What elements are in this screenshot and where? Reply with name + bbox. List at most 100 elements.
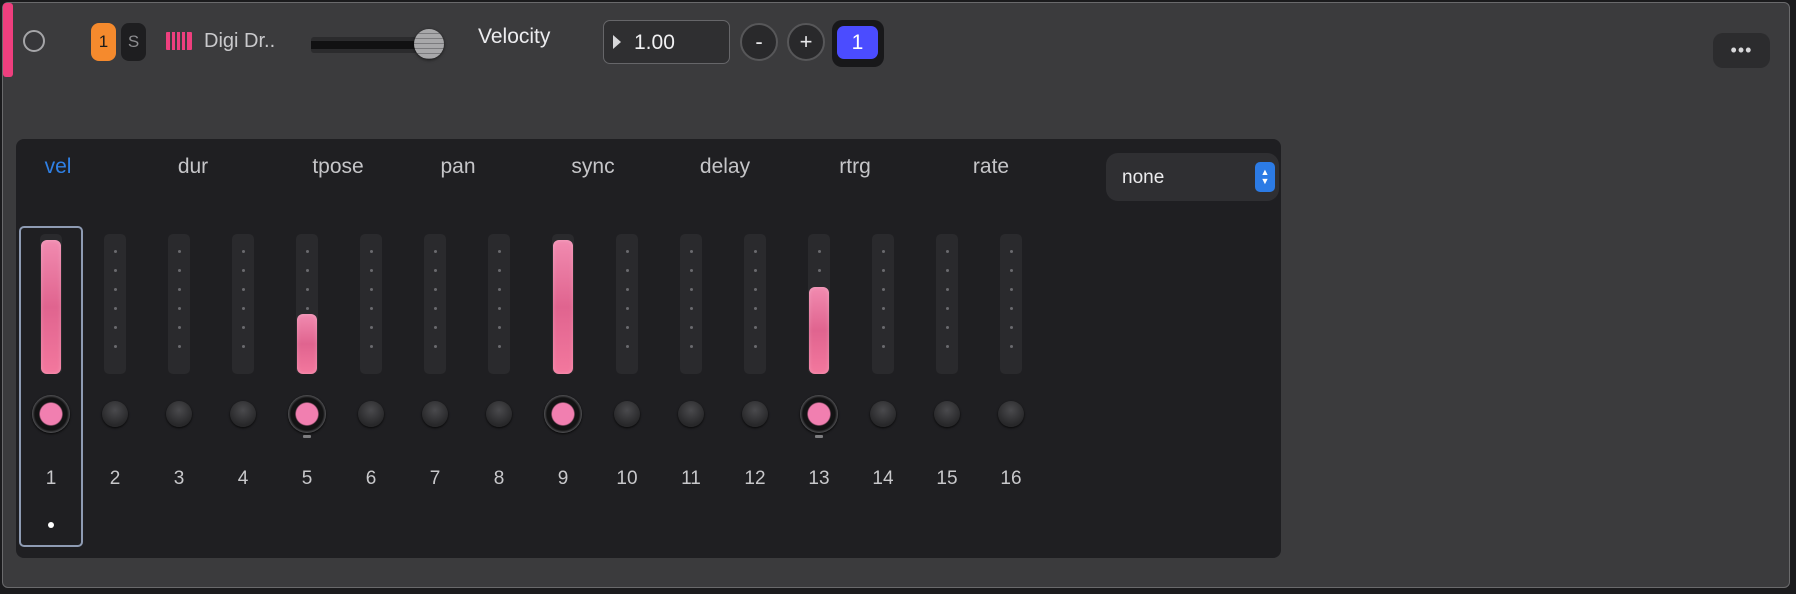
step-8[interactable]: 8 xyxy=(467,139,531,558)
step-12[interactable]: 12 xyxy=(723,139,787,558)
step-bar[interactable] xyxy=(168,234,190,374)
step-toggle[interactable] xyxy=(230,401,256,427)
step-toggle[interactable] xyxy=(800,395,838,433)
step-toggle[interactable] xyxy=(544,395,582,433)
step-bar[interactable] xyxy=(424,234,446,374)
bar-dot xyxy=(625,288,629,291)
step-bar[interactable] xyxy=(488,234,510,374)
bar-dot xyxy=(625,269,629,272)
bar-dot xyxy=(945,250,949,253)
step-marker xyxy=(303,435,311,438)
volume-slider-thumb[interactable] xyxy=(414,29,444,59)
step-toggle[interactable] xyxy=(934,401,960,427)
track-color-strip xyxy=(3,3,13,77)
bar-dot xyxy=(881,326,885,329)
record-circle-icon[interactable] xyxy=(23,30,45,52)
bar-dot xyxy=(433,307,437,310)
bar-dot xyxy=(1009,269,1013,272)
step-toggle[interactable] xyxy=(102,401,128,427)
step-bar[interactable] xyxy=(680,234,702,374)
bar-dot xyxy=(1009,345,1013,348)
step-bar[interactable] xyxy=(296,234,318,374)
step-bar[interactable] xyxy=(552,234,574,374)
step-bar[interactable] xyxy=(936,234,958,374)
bar-dot xyxy=(369,345,373,348)
step-toggle[interactable] xyxy=(422,401,448,427)
step-bar[interactable] xyxy=(616,234,638,374)
bar-dot xyxy=(689,288,693,291)
step-6[interactable]: 6 xyxy=(339,139,403,558)
bar-dot xyxy=(241,345,245,348)
decrement-button[interactable]: - xyxy=(740,23,778,61)
step-toggle[interactable] xyxy=(288,395,326,433)
step-3[interactable]: 3 xyxy=(147,139,211,558)
mode-select[interactable]: none ▲ ▼ xyxy=(1106,153,1279,201)
bar-dot xyxy=(177,288,181,291)
step-number: 3 xyxy=(173,468,185,489)
step-marker xyxy=(815,435,823,438)
step-7[interactable]: 7 xyxy=(403,139,467,558)
bar-dot xyxy=(305,269,309,272)
bar-dot xyxy=(177,345,181,348)
bar-dot xyxy=(625,250,629,253)
step-bar[interactable] xyxy=(744,234,766,374)
increment-button[interactable]: + xyxy=(787,23,825,61)
step-toggle[interactable] xyxy=(870,401,896,427)
step-15[interactable]: 15 xyxy=(915,139,979,558)
step-bar[interactable] xyxy=(872,234,894,374)
step-toggle[interactable] xyxy=(998,401,1024,427)
step-toggle[interactable] xyxy=(486,401,512,427)
step-bar-fill xyxy=(809,287,829,374)
instrument-name[interactable]: Digi Dr.. xyxy=(204,30,275,53)
bar-dot xyxy=(177,326,181,329)
bar-dot xyxy=(1009,250,1013,253)
bar-dot xyxy=(369,288,373,291)
step-bar[interactable] xyxy=(808,234,830,374)
play-arrow-icon xyxy=(613,35,621,49)
bar-dot xyxy=(945,269,949,272)
step-10[interactable]: 10 xyxy=(595,139,659,558)
step-13[interactable]: 13 xyxy=(787,139,851,558)
step-2[interactable]: 2 xyxy=(83,139,147,558)
step-toggle[interactable] xyxy=(742,401,768,427)
more-options-button[interactable]: ••• xyxy=(1713,33,1770,68)
step-bar[interactable] xyxy=(104,234,126,374)
step-bar[interactable] xyxy=(1000,234,1022,374)
step-5[interactable]: 5 xyxy=(275,139,339,558)
step-bar[interactable] xyxy=(232,234,254,374)
bar-dot xyxy=(625,345,629,348)
bar-dot xyxy=(1009,326,1013,329)
bar-dot xyxy=(241,326,245,329)
value-field[interactable]: 1.00 xyxy=(603,20,730,64)
step-14[interactable]: 14 xyxy=(851,139,915,558)
step-number: 16 xyxy=(1000,468,1022,489)
step-button[interactable]: 1 xyxy=(832,20,884,67)
step-4[interactable]: 4 xyxy=(211,139,275,558)
bar-dot xyxy=(945,307,949,310)
step-9[interactable]: 9 xyxy=(531,139,595,558)
step-16[interactable]: 16 xyxy=(979,139,1043,558)
step-bar[interactable] xyxy=(360,234,382,374)
bar-dot xyxy=(881,269,885,272)
bar-dot xyxy=(1009,288,1013,291)
bar-dot xyxy=(305,250,309,253)
step-11[interactable]: 11 xyxy=(659,139,723,558)
step-toggle[interactable] xyxy=(166,401,192,427)
step-toggle[interactable] xyxy=(358,401,384,427)
bar-dot xyxy=(945,288,949,291)
step-toggle[interactable] xyxy=(614,401,640,427)
up-down-chevron-icon: ▲ ▼ xyxy=(1255,162,1275,192)
bar-dot xyxy=(113,288,117,291)
bar-dot xyxy=(113,250,117,253)
bar-dot xyxy=(113,345,117,348)
bar-dot xyxy=(881,345,885,348)
bar-dot xyxy=(753,269,757,272)
channel-chip[interactable]: 1 xyxy=(91,23,116,61)
bar-dot xyxy=(753,250,757,253)
bar-dot xyxy=(369,307,373,310)
bar-dot xyxy=(369,326,373,329)
bar-dot xyxy=(433,269,437,272)
volume-slider[interactable] xyxy=(311,37,429,53)
solo-button[interactable]: S xyxy=(121,23,146,61)
step-toggle[interactable] xyxy=(678,401,704,427)
